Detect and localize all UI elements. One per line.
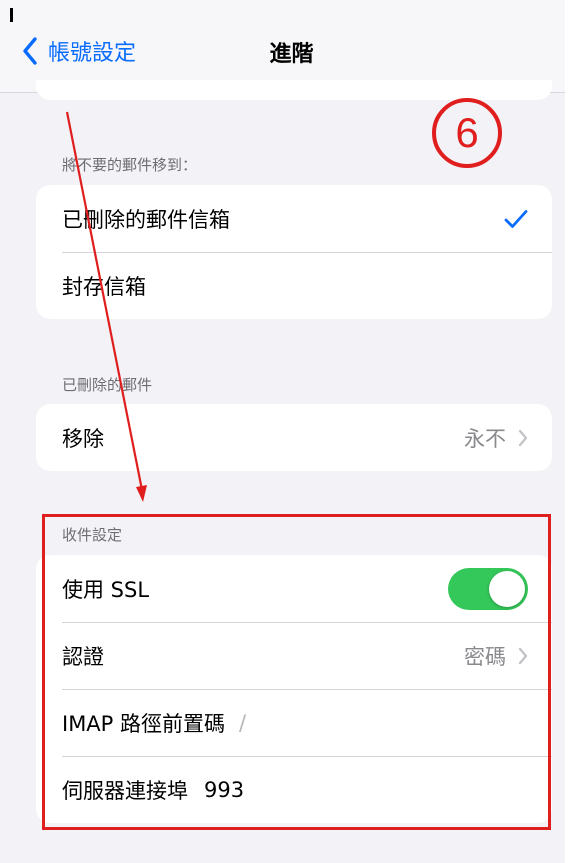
incoming-section-header: 收件設定 [62,526,123,544]
use-ssl-label: 使用 SSL [62,577,150,602]
move-destination-group: 已刪除的郵件信箱 封存信箱 [36,185,552,319]
toggle-knob [489,570,525,607]
corner-marker [10,8,13,22]
deleted-messages-group: 移除 永不 [36,404,552,471]
remove-label: 移除 [62,426,104,451]
deleted-section-header: 已刪除的郵件 [62,376,153,394]
page-title: 進階 [269,42,314,67]
server-port-input[interactable]: 993 [204,778,244,802]
previous-group-card [36,80,552,100]
option-label: 已刪除的郵件信箱 [62,207,230,232]
remove-row[interactable]: 移除 永不 [36,404,552,471]
chevron-right-icon [518,429,528,446]
authentication-row[interactable]: 認證 密碼 [36,622,552,689]
option-label: 封存信箱 [62,274,146,299]
authentication-label: 認證 [62,644,104,669]
right-edge-strip [565,0,573,863]
server-port-label: 伺服器連接埠 [62,778,188,803]
option-deleted-mailbox[interactable]: 已刪除的郵件信箱 [36,185,552,252]
chevron-right-icon [518,647,528,664]
imap-prefix-input[interactable]: / [239,711,246,735]
imap-prefix-row[interactable]: IMAP 路徑前置碼 / [36,689,552,756]
server-port-row[interactable]: 伺服器連接埠 993 [36,756,552,823]
checkmark-icon [504,209,528,228]
imap-prefix-label: IMAP 路徑前置碼 [62,711,226,736]
authentication-value: 密碼 [464,644,506,669]
option-archive-mailbox[interactable]: 封存信箱 [36,252,552,319]
annotation-step-badge: 6 [432,98,502,168]
incoming-settings-group: 使用 SSL 認證 密碼 IMAP 路徑前置碼 / 伺服器連接埠 993 [36,555,552,823]
use-ssl-row: 使用 SSL [36,555,552,622]
use-ssl-toggle[interactable] [448,567,528,610]
move-section-header: 將不要的郵件移到： [62,156,198,174]
remove-value: 永不 [464,426,506,451]
screen: 帳號設定 進階 將不要的郵件移到： 已刪除的郵件信箱 封存信箱 已刪除的郵件 移… [0,0,573,863]
